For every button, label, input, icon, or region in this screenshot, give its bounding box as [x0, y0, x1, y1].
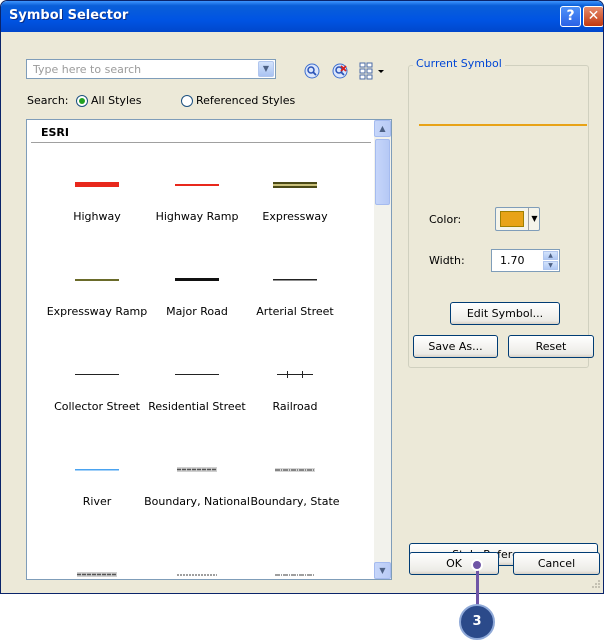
symbol-label: Collector Street — [54, 400, 140, 413]
line-symbol-icon — [175, 278, 219, 281]
symbol-label: Railroad — [272, 400, 318, 413]
symbol-item-boundary-state[interactable]: Boundary, State — [245, 465, 345, 555]
symbol-item-boundary[interactable] — [147, 570, 247, 579]
symbol-item-collector-street[interactable]: Collector Street — [47, 370, 147, 460]
search-input[interactable] — [27, 60, 264, 78]
line-symbol-icon — [273, 182, 317, 188]
clear-search-icon[interactable] — [332, 63, 348, 82]
title-bar[interactable]: Symbol Selector ? ✕ — [1, 1, 603, 32]
line-symbol-icon — [75, 469, 119, 471]
radio-referenced-styles[interactable] — [181, 95, 193, 107]
radio-all-styles[interactable] — [76, 95, 88, 107]
symbol-item-railroad[interactable]: Railroad — [245, 370, 345, 460]
line-symbol-icon — [273, 279, 317, 281]
symbol-list-scrollbar[interactable]: ▲ ▼ — [374, 120, 391, 579]
line-symbol-icon — [175, 184, 219, 186]
width-value[interactable]: 1.70 — [500, 254, 525, 267]
decrement-icon[interactable]: ▼ — [543, 261, 558, 270]
line-symbol-icon — [177, 467, 217, 472]
radio-all-styles-label[interactable]: All Styles — [91, 94, 142, 107]
color-label: Color: — [429, 213, 462, 226]
step-callout-badge: 3 — [459, 604, 495, 640]
symbol-item-residential-street[interactable]: Residential Street — [147, 370, 247, 460]
symbol-item-boundary-national[interactable]: Boundary, National — [144, 465, 250, 555]
callout-pointer-dot — [471, 559, 483, 571]
search-dropdown-button[interactable]: ▼ — [258, 61, 274, 77]
symbol-item-expressway[interactable]: Expressway — [245, 180, 345, 270]
close-button[interactable]: ✕ — [583, 6, 603, 27]
symbol-label: Highway — [73, 210, 121, 223]
edit-symbol-button[interactable]: Edit Symbol... — [450, 302, 560, 325]
symbol-label: Expressway Ramp — [46, 305, 148, 318]
symbol-item-boundary[interactable] — [47, 570, 147, 579]
line-symbol-icon — [75, 374, 119, 375]
scroll-thumb[interactable] — [375, 139, 390, 205]
line-symbol-icon — [75, 182, 119, 187]
reset-button[interactable]: Reset — [508, 335, 594, 358]
symbol-selector-dialog: Symbol Selector ? ✕ ▼ — [0, 0, 604, 594]
header-divider — [31, 142, 371, 143]
symbol-item-highway-ramp[interactable]: Highway Ramp — [147, 180, 247, 270]
current-symbol-preview — [419, 124, 587, 126]
cancel-button[interactable]: Cancel — [513, 552, 600, 575]
current-symbol-title: Current Symbol — [413, 57, 505, 70]
symbol-label: Boundary, State — [250, 495, 340, 508]
width-label: Width: — [429, 254, 465, 267]
line-symbol-icon — [275, 468, 315, 472]
view-options-icon[interactable] — [359, 62, 387, 83]
line-symbol-icon — [277, 371, 313, 378]
symbol-item-highway[interactable]: Highway — [47, 180, 147, 270]
symbol-list[interactable]: ESRI Highway Highway Ramp Expressway Exp… — [26, 119, 392, 580]
ok-button[interactable]: OK — [409, 552, 499, 575]
symbol-label: Expressway — [262, 210, 328, 223]
search-icon[interactable] — [304, 63, 320, 82]
line-symbol-icon — [177, 574, 217, 576]
line-symbol-icon — [175, 374, 219, 375]
symbol-label: Arterial Street — [256, 305, 334, 318]
search-combobox[interactable]: ▼ — [26, 59, 276, 79]
symbol-item-arterial-street[interactable]: Arterial Street — [245, 275, 345, 365]
symbol-label: River — [82, 495, 112, 508]
chevron-down-icon[interactable]: ▼ — [528, 208, 540, 230]
scroll-up-icon[interactable]: ▲ — [374, 120, 391, 137]
increment-icon[interactable]: ▲ — [543, 251, 558, 260]
radio-referenced-styles-label[interactable]: Referenced Styles — [196, 94, 295, 107]
symbol-item-major-road[interactable]: Major Road — [147, 275, 247, 365]
dialog-title: Symbol Selector — [9, 8, 129, 23]
symbol-item-boundary[interactable] — [245, 570, 345, 579]
color-swatch — [500, 211, 524, 227]
save-as-button[interactable]: Save As... — [413, 335, 498, 358]
style-group-header: ESRI — [41, 126, 69, 139]
line-symbol-icon — [77, 572, 117, 577]
line-symbol-icon — [75, 279, 119, 281]
color-picker-button[interactable]: ▼ — [495, 207, 540, 231]
line-symbol-icon — [275, 574, 315, 576]
resize-grip-icon[interactable] — [591, 579, 601, 589]
search-scope-label: Search: — [27, 94, 69, 107]
width-stepper[interactable]: 1.70 ▲ ▼ — [491, 249, 560, 272]
help-button[interactable]: ? — [560, 6, 581, 27]
scroll-down-icon[interactable]: ▼ — [374, 562, 391, 579]
symbol-item-expressway-ramp[interactable]: Expressway Ramp — [47, 275, 147, 365]
symbol-item-river[interactable]: River — [47, 465, 147, 555]
